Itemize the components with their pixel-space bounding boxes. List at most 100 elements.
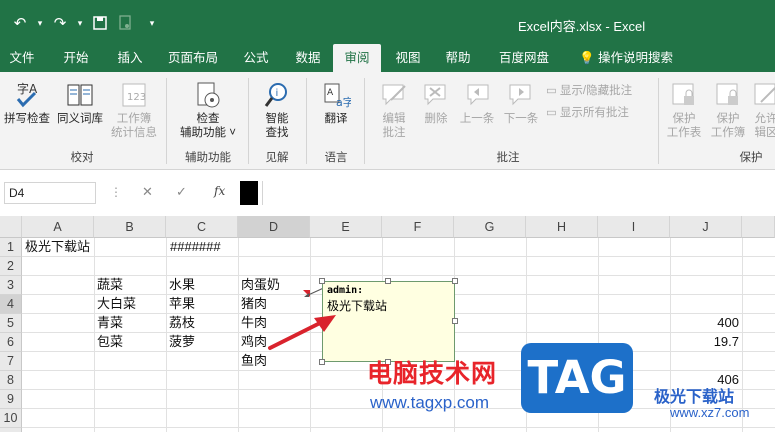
row-header[interactable]: 10 — [0, 409, 22, 428]
column-header[interactable]: H — [526, 216, 598, 238]
gridline — [238, 238, 239, 432]
cell-J6[interactable]: 19.7 — [670, 332, 739, 351]
dropdown-icon[interactable]: ▾ — [76, 14, 84, 32]
save-icon[interactable] — [90, 14, 110, 32]
protect-workbook-button[interactable]: 保护 工作簿 — [706, 80, 750, 140]
comment-author: admin: — [327, 285, 364, 296]
enter-icon[interactable]: ✓ — [176, 184, 187, 200]
column-header[interactable]: E — [310, 216, 382, 238]
undo-icon[interactable]: ↶ — [10, 14, 30, 32]
delete-comment-icon — [424, 84, 446, 106]
row-header[interactable]: 2 — [0, 257, 22, 276]
tab-baidu-netdisk[interactable]: 百度网盘 — [492, 44, 556, 72]
thesaurus-button[interactable]: 同义词库 — [54, 80, 106, 126]
tab-page-layout[interactable]: 页面布局 — [163, 44, 223, 72]
cell-B3[interactable]: 蔬菜 — [97, 275, 123, 294]
row-header[interactable]: 1 — [0, 238, 22, 257]
tell-me-search[interactable]: 💡 操作说明搜索 — [566, 44, 686, 72]
resize-handle[interactable] — [452, 318, 458, 324]
spelling-label: 拼写检查 — [4, 113, 50, 125]
cell-C3[interactable]: 水果 — [169, 275, 195, 294]
column-header[interactable]: D — [238, 216, 310, 238]
name-box[interactable]: D4 — [4, 182, 96, 204]
watermark-site: 极光下载站 — [654, 389, 735, 406]
cell-B6[interactable]: 包菜 — [97, 332, 123, 351]
delete-comment-button[interactable]: 删除 — [418, 80, 454, 126]
workbook-stats-label-2: 统计信息 — [111, 127, 157, 139]
row-header[interactable]: 3 — [0, 276, 22, 295]
cell-C1[interactable]: ####### — [170, 237, 221, 256]
row-header[interactable]: 11 — [0, 428, 22, 432]
group-separator — [658, 78, 659, 164]
resize-handle[interactable] — [319, 278, 325, 284]
comment-icon: ▭ — [546, 85, 557, 97]
edit-comment-button[interactable]: 编辑 批注 — [372, 80, 416, 140]
row-header[interactable]: 8 — [0, 371, 22, 390]
allow-edit-ranges-button[interactable]: 允许 辑区 — [748, 80, 775, 140]
next-comment-button[interactable]: 下一条 — [500, 80, 542, 126]
tab-review[interactable]: 审阅 — [333, 44, 381, 72]
show-all-comments-button[interactable]: ▭ 显示所有批注 — [546, 104, 629, 120]
previous-comment-button[interactable]: 上一条 — [456, 80, 498, 126]
tab-file[interactable]: 文件 — [3, 44, 41, 72]
title-bar: ↶ ▾ ↷ ▾ ▾ Excel内容.xlsx - Excel — [0, 0, 775, 44]
insert-function-icon[interactable]: fx — [214, 184, 225, 198]
column-header[interactable]: A — [22, 216, 94, 238]
resize-handle[interactable] — [385, 278, 391, 284]
resize-handle[interactable] — [452, 278, 458, 284]
select-all-corner[interactable] — [0, 216, 22, 238]
cell-B5[interactable]: 青菜 — [97, 313, 123, 332]
touch-mode-icon[interactable] — [116, 14, 136, 32]
cell-B4[interactable]: 大白菜 — [97, 294, 136, 313]
comments-icon: ▭ — [546, 107, 557, 119]
formula-input[interactable] — [262, 181, 775, 205]
column-header[interactable]: B — [94, 216, 166, 238]
column-header[interactable]: J — [670, 216, 742, 238]
row-header[interactable]: 4 — [0, 295, 22, 314]
check-accessibility-button[interactable]: 检查 辅助功能 ˅ — [172, 80, 244, 140]
gridline — [22, 275, 775, 276]
more-icon: ⋮ — [110, 185, 122, 199]
column-header[interactable]: I — [598, 216, 670, 238]
row-header[interactable]: 6 — [0, 333, 22, 352]
tab-data[interactable]: 数据 — [287, 44, 329, 72]
workbook-statistics-button[interactable]: 123 工作簿 统计信息 — [108, 80, 160, 140]
tab-insert[interactable]: 插入 — [109, 44, 151, 72]
protect-sheet-button[interactable]: 保护 工作表 — [662, 80, 706, 140]
column-header[interactable]: C — [166, 216, 238, 238]
cell-A1[interactable]: 极光下载站 — [25, 237, 90, 256]
cell-C4[interactable]: 苹果 — [169, 294, 195, 313]
next-label: 下一条 — [503, 113, 539, 125]
group-language: 语言 — [324, 152, 348, 164]
customize-qat-icon[interactable]: ▾ — [142, 14, 162, 32]
workbook-stats-label-1: 工作簿 — [116, 113, 152, 125]
cell-C6[interactable]: 菠萝 — [169, 332, 195, 351]
column-header[interactable]: F — [382, 216, 454, 238]
watermark-url: www.tagxp.com — [370, 393, 490, 412]
cell-D3[interactable]: 肉蛋奶 — [241, 275, 280, 294]
dropdown-icon[interactable]: ▾ — [36, 14, 44, 32]
tab-formulas[interactable]: 公式 — [235, 44, 277, 72]
tab-help[interactable]: 帮助 — [437, 44, 479, 72]
row-header[interactable]: 7 — [0, 352, 22, 371]
column-header[interactable]: G — [454, 216, 526, 238]
spelling-button[interactable]: 字A 拼写检查 — [2, 80, 52, 126]
tab-home[interactable]: 开始 — [55, 44, 97, 72]
resize-handle[interactable] — [319, 359, 325, 365]
cancel-icon[interactable]: ✕ — [142, 184, 153, 200]
edit-comment-label-2: 批注 — [382, 127, 406, 139]
row-header[interactable]: 5 — [0, 314, 22, 333]
smart-lookup-button[interactable]: i 智能 查找 — [254, 80, 300, 140]
cell-C5[interactable]: 荔枝 — [169, 313, 195, 332]
lock-sheet-icon — [672, 83, 694, 105]
gridline — [742, 238, 743, 432]
cell-J5[interactable]: 400 — [670, 313, 739, 332]
comment-text[interactable]: 极光下载站 — [327, 297, 450, 314]
row-header[interactable]: 9 — [0, 390, 22, 409]
show-hide-comment-button[interactable]: ▭ 显示/隐藏批注 — [546, 82, 632, 98]
translate-button[interactable]: Aa字 翻译 — [314, 80, 358, 126]
redo-icon[interactable]: ↷ — [50, 14, 70, 32]
svg-text:i: i — [276, 88, 279, 99]
column-header[interactable] — [742, 216, 775, 238]
tab-view[interactable]: 视图 — [387, 44, 429, 72]
